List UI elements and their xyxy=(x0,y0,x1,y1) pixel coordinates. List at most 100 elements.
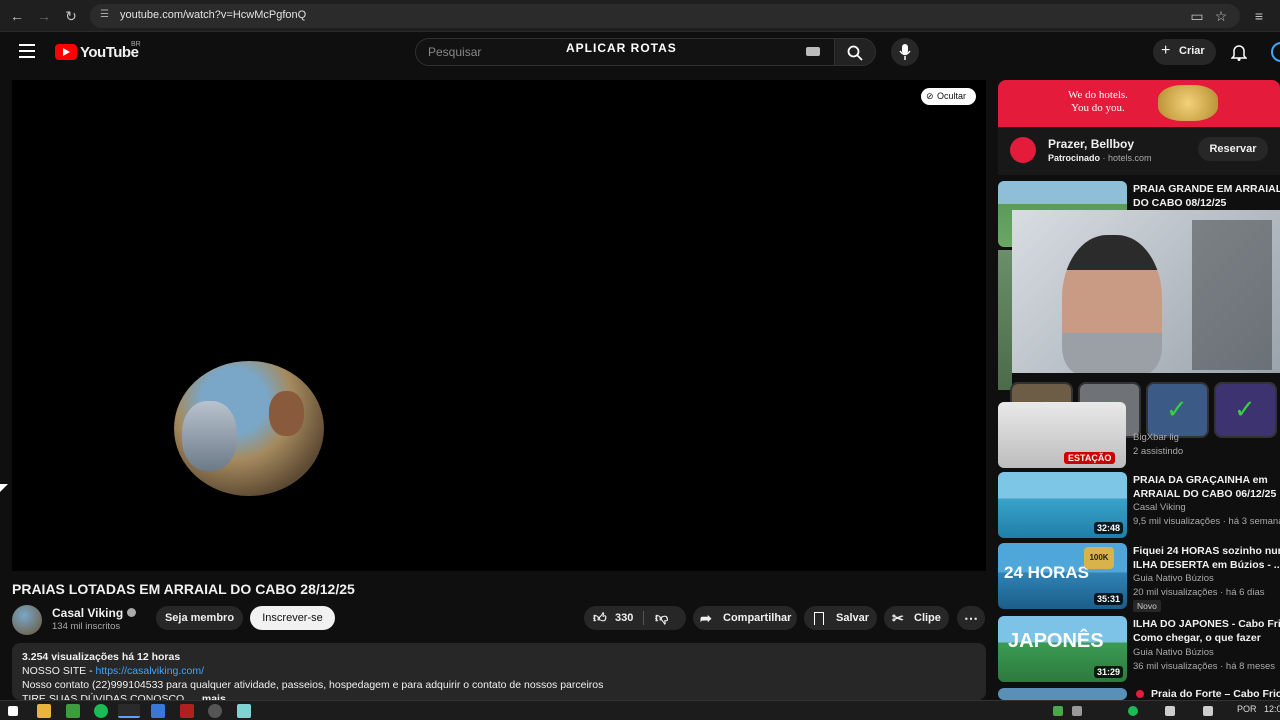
app-icon[interactable] xyxy=(151,704,165,718)
hide-label: Ocultar xyxy=(937,91,967,101)
like-count[interactable]: 330 xyxy=(615,606,633,630)
os-taskbar: POR 12:0 xyxy=(0,700,1280,720)
site-line: NOSSO SITE - https://casalviking.com/ xyxy=(22,665,204,677)
tray-icon[interactable] xyxy=(1053,706,1063,716)
rec-title-4[interactable]: Fiquei 24 HORAS sozinho num ILHA DESERTA… xyxy=(1133,544,1280,572)
save-button[interactable]: Salvar xyxy=(804,606,877,630)
search-button[interactable] xyxy=(834,38,876,66)
more-actions-icon[interactable]: ⋯ xyxy=(957,606,985,630)
rec-title-5[interactable]: ILHA DO JAPONES - Cabo Frio Como chegar,… xyxy=(1133,617,1280,645)
thumb-text: JAPONÊS xyxy=(1008,630,1104,652)
description-box[interactable]: 3.254 visualizações há 12 horas NOSSO SI… xyxy=(12,643,986,705)
rec-thumbnail-4[interactable]: 24 HORAS 100K 35:31 xyxy=(998,543,1127,609)
rec-meta-3: 9,5 mil visualizações · há 3 semanas xyxy=(1133,516,1280,527)
bookmark-star-icon[interactable]: ☆ xyxy=(1212,7,1230,25)
check-tile-4: ✓ xyxy=(1214,382,1277,438)
ad-title: Prazer, Bellboy xyxy=(1048,137,1135,151)
thumb-badge: 100K xyxy=(1084,547,1114,569)
ad-card[interactable]: Prazer, Bellboy Patrocinado · hotels.com… xyxy=(998,127,1280,175)
channel-avatar[interactable] xyxy=(12,605,42,635)
share-button[interactable]: ➦ Compartilhar xyxy=(693,606,797,630)
youtube-logo-icon[interactable] xyxy=(55,44,77,60)
rec-thumbnail-2[interactable]: ESTAÇÃO xyxy=(998,402,1126,468)
menu-icon[interactable]: ≡ xyxy=(1250,7,1268,25)
microphone-tray-icon[interactable] xyxy=(1165,706,1175,716)
ad-banner[interactable]: We do hotels. You do you. xyxy=(998,80,1280,127)
search-icon xyxy=(847,45,863,61)
rec-title-3[interactable]: PRAIA DA GRAÇAINHA em ARRAIAL DO CABO 06… xyxy=(1133,473,1280,501)
avatar[interactable] xyxy=(1271,42,1280,62)
cast-icon[interactable]: ▭ xyxy=(1188,7,1206,25)
streamer-figure xyxy=(1062,235,1162,373)
rec-meta-5: 36 mil visualizações · há 8 meses xyxy=(1133,661,1276,672)
volume-icon[interactable] xyxy=(1203,706,1213,716)
hamburger-menu-icon[interactable] xyxy=(19,44,35,58)
rec-title-4-line2: ILHA DESERTA em Búzios - ... xyxy=(1133,559,1280,571)
reserve-button[interactable]: Reservar xyxy=(1198,137,1268,161)
person-shape xyxy=(269,391,304,436)
bellboy-mascot-icon xyxy=(1158,85,1218,121)
clip-button[interactable]: ✂ Clipe xyxy=(884,606,949,630)
rec-title-6[interactable]: Praia do Forte – Cabo Frio xyxy=(1151,687,1280,701)
thumb-text: 24 HORAS xyxy=(1004,563,1090,582)
reload-icon[interactable]: ↻ xyxy=(62,7,80,25)
search-input[interactable]: Pesquisar APLICAR ROTAS xyxy=(415,38,835,66)
like-icon[interactable]: 👍︎ xyxy=(593,606,607,630)
app-icon[interactable] xyxy=(237,704,251,718)
clock[interactable]: 12:0 xyxy=(1264,704,1280,714)
ad-domain: hotels.com xyxy=(1108,153,1152,163)
share-icon: ➦ xyxy=(700,610,712,626)
ad-meta: Patrocinado · hotels.com xyxy=(1048,153,1152,163)
app-icon[interactable] xyxy=(66,704,80,718)
subscribe-button[interactable]: Inscrever-se xyxy=(250,606,335,630)
rec-thumbnail-5[interactable]: JAPONÊS 31:29 xyxy=(998,616,1127,682)
tray-icon[interactable] xyxy=(1072,706,1082,716)
divider xyxy=(643,611,644,625)
video-player[interactable]: ⊘ Ocultar xyxy=(12,80,986,571)
voice-search-button[interactable] xyxy=(891,38,919,66)
rec-channel-5[interactable]: Guia Nativo Búzios xyxy=(1133,647,1280,658)
channel-name[interactable]: Casal Viking xyxy=(52,606,123,620)
join-button[interactable]: Seja membro xyxy=(156,606,243,630)
rec-channel-2[interactable]: BigXbar lig xyxy=(1133,432,1280,443)
rec-title-5-line1: ILHA DO JAPONES - Cabo Frio xyxy=(1133,618,1280,630)
create-label: Criar xyxy=(1179,45,1205,57)
site-settings-icon[interactable]: ☰ xyxy=(100,9,109,20)
ad-banner-text: We do hotels. You do you. xyxy=(1068,89,1128,115)
rec-title-1[interactable]: PRAIA GRANDE EM ARRAIAL DO CABO 08/12/25 xyxy=(1133,182,1280,210)
ad-banner-line1: We do hotels. xyxy=(1068,89,1128,101)
site-link[interactable]: https://casalviking.com/ xyxy=(96,665,205,677)
rec-thumbnail-6[interactable] xyxy=(998,688,1127,700)
save-label: Salvar xyxy=(836,612,870,624)
back-icon[interactable]: ← xyxy=(8,7,26,25)
subscriber-count: 134 mil inscritos xyxy=(52,621,121,632)
channel-avatar-large xyxy=(174,361,324,496)
chrome-icon[interactable] xyxy=(118,704,140,718)
url-text[interactable]: youtube.com/watch?v=HcwMcPgfonQ xyxy=(120,9,306,21)
mouse-cursor xyxy=(0,484,8,492)
notifications-bell-icon[interactable] xyxy=(1231,43,1247,61)
spotify-icon[interactable] xyxy=(94,704,108,718)
keyboard-icon[interactable] xyxy=(806,47,820,56)
rec-thumbnail-strip xyxy=(998,250,1012,390)
file-explorer-icon[interactable] xyxy=(37,704,51,718)
rec-channel-4[interactable]: Guia Nativo Búzios xyxy=(1133,573,1280,584)
video-title: PRAIAS LOTADAS EM ARRAIAL DO CABO 28/12/… xyxy=(12,581,355,597)
app-icon[interactable] xyxy=(208,704,222,718)
create-button[interactable]: + Criar xyxy=(1153,39,1216,65)
forward-icon[interactable]: → xyxy=(35,7,53,25)
plus-icon: + xyxy=(1161,42,1171,59)
rec-thumbnail-3[interactable]: 32:48 xyxy=(998,472,1127,538)
check-icon: ✓ xyxy=(1234,394,1256,424)
rec-title-3-line2: ARRAIAL DO CABO 06/12/25 xyxy=(1133,488,1277,500)
hide-button[interactable]: ⊘ Ocultar xyxy=(921,88,976,105)
address-bar[interactable]: ☰ youtube.com/watch?v=HcwMcPgfonQ xyxy=(90,4,1240,28)
youtube-logo-text[interactable]: YouTube xyxy=(80,44,139,61)
windows-start-icon[interactable] xyxy=(8,706,18,716)
dislike-icon[interactable]: 👎︎ xyxy=(655,606,668,630)
language-indicator[interactable]: POR xyxy=(1237,704,1257,714)
tray-icon[interactable] xyxy=(1128,706,1138,716)
app-icon[interactable] xyxy=(180,704,194,718)
rec-channel-3[interactable]: Casal Viking xyxy=(1133,502,1280,513)
ad-banner-line2: You do you. xyxy=(1071,102,1125,114)
